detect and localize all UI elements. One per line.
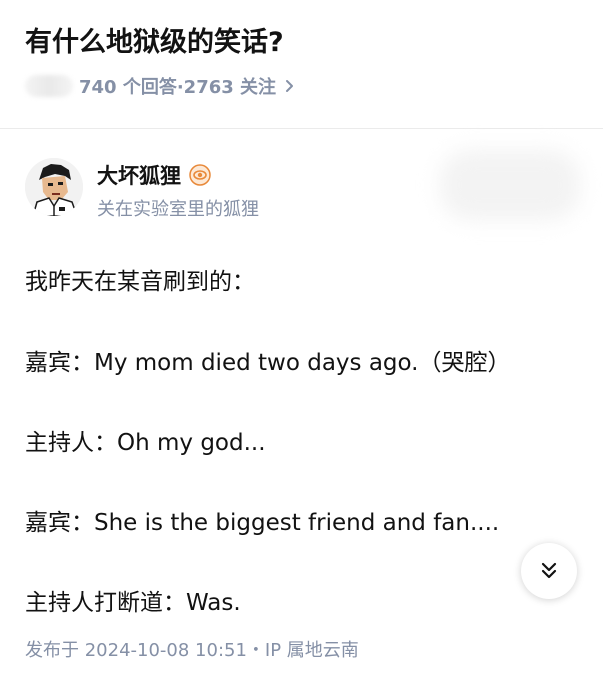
question-title[interactable]: 有什么地狱级的笑话? (25, 20, 284, 59)
author-name-row: 大坏狐狸 (97, 160, 211, 190)
author-name[interactable]: 大坏狐狸 (97, 160, 181, 190)
answer-follow-count: 740 个回答·2763 关注 (79, 77, 277, 98)
answer-line: 嘉宾：She is the biggest friend and fan.... (25, 510, 500, 536)
answer-line: 主持人：Oh my god... (25, 430, 266, 456)
section-divider (0, 128, 603, 129)
author-bio: 关在实验室里的狐狸 (97, 199, 259, 220)
author-avatar[interactable] (25, 158, 83, 216)
avatar-image (25, 158, 83, 216)
answer-line: 嘉宾：My mom died two days ago.（哭腔） (25, 350, 511, 376)
chevron-right-icon (286, 80, 294, 92)
blurred-avatars (25, 75, 73, 97)
blurred-decoration (440, 150, 580, 220)
question-stats[interactable]: 740 个回答·2763 关注 (25, 72, 298, 100)
creator-badge-icon (189, 164, 211, 186)
answer-line: 主持人打断道：Was. (25, 590, 241, 616)
publish-time: 发布于 2024-10-08 10:51・IP 属地云南 (25, 640, 359, 661)
scroll-to-bottom-button[interactable] (521, 543, 577, 599)
double-chevron-down-icon (541, 562, 557, 579)
answer-line: 我昨天在某音刷到的： (25, 269, 255, 295)
